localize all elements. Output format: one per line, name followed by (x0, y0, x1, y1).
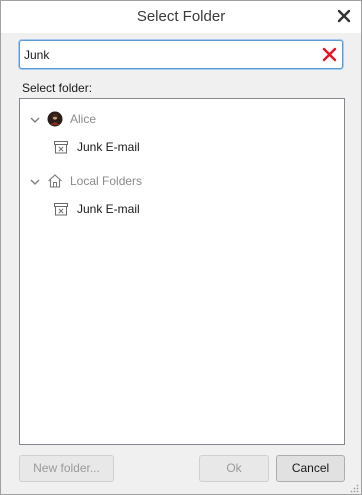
junk-folder-icon (53, 139, 69, 155)
tree-item-label: Junk E-mail (77, 140, 140, 154)
select-folder-dialog: Select Folder Select folder: (0, 0, 362, 495)
select-folder-label: Select folder: (22, 81, 93, 95)
junk-folder-icon (53, 201, 69, 217)
title-bar: Select Folder (1, 1, 361, 33)
tree-item-junk-email[interactable]: Junk E-mail (20, 135, 344, 159)
close-icon[interactable] (334, 6, 354, 26)
tree-item-label: Alice (70, 112, 97, 126)
resize-grip-icon[interactable] (349, 482, 359, 493)
home-icon (47, 173, 63, 189)
tree-item-label: Local Folders (70, 174, 143, 188)
cancel-button[interactable]: Cancel (276, 455, 345, 482)
search-field (19, 40, 343, 69)
new-folder-button[interactable]: New folder... (19, 455, 114, 482)
tree-item-local-folders[interactable]: Local Folders (20, 169, 344, 193)
search-input[interactable] (24, 41, 314, 68)
folder-tree[interactable]: Alice Junk E-mail Local Folders Junk E-m… (19, 98, 345, 445)
clear-search-icon[interactable] (321, 46, 338, 63)
chevron-down-icon[interactable] (30, 176, 40, 186)
dialog-title: Select Folder (136, 8, 226, 25)
chevron-down-icon[interactable] (30, 114, 40, 124)
ok-button[interactable]: Ok (199, 455, 269, 482)
avatar-icon (47, 111, 63, 127)
tree-item-alice[interactable]: Alice (20, 107, 344, 131)
tree-item-junk-email[interactable]: Junk E-mail (20, 197, 344, 221)
tree-item-label: Junk E-mail (77, 202, 140, 216)
